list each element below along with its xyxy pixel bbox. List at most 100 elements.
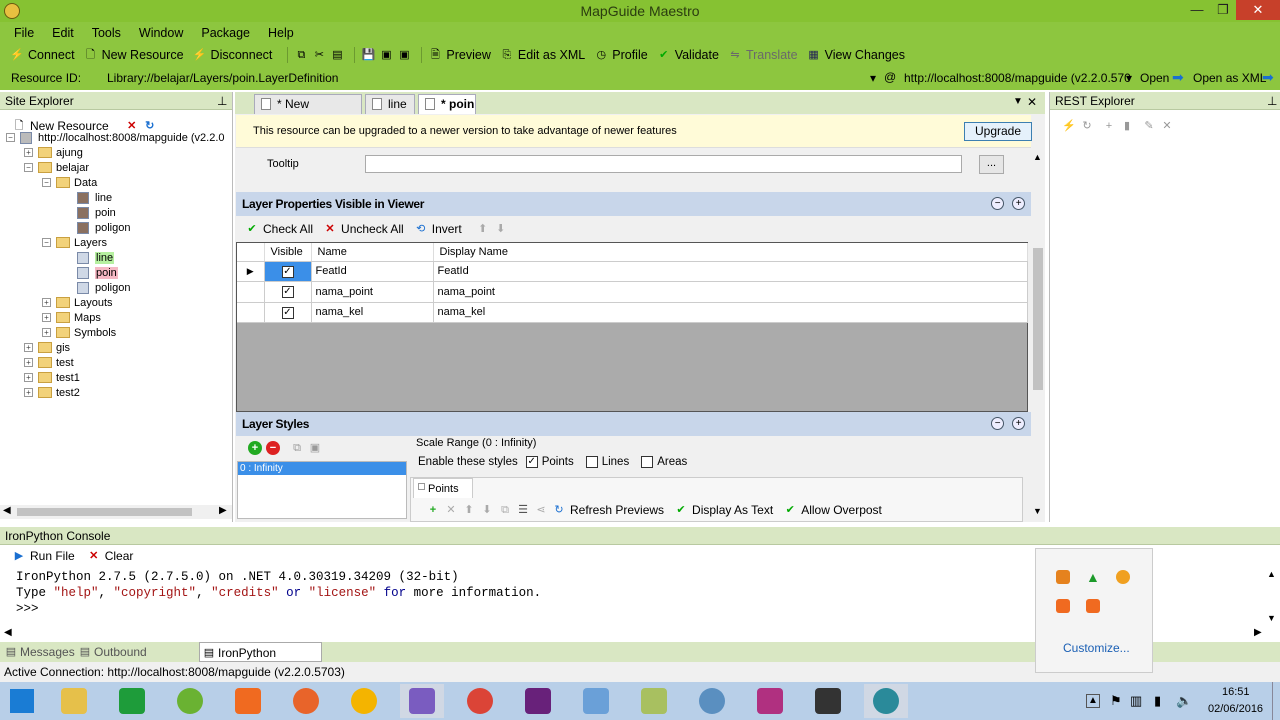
tree-folder-test1[interactable]: + test1 (24, 370, 80, 385)
taskbar-app-archicad[interactable] (342, 684, 386, 718)
tree-item-data-poin[interactable]: poin (77, 205, 116, 220)
collapse-icon[interactable]: − (991, 417, 1004, 430)
uncheck-all-button[interactable]: Uncheck All (341, 222, 404, 236)
tree-item-layers-line[interactable]: line (77, 250, 115, 265)
edit-icon[interactable]: ✎ (1142, 119, 1156, 133)
edit-as-xml-button[interactable]: ⎘ Edit as XML (500, 44, 585, 66)
maximize-button[interactable]: ❐ (1208, 0, 1238, 20)
tree-folder-belajar[interactable]: − belajar (24, 160, 89, 175)
duplicate-icon[interactable]: ▣ (308, 441, 322, 455)
tab-new-resource[interactable]: * New Resource (254, 94, 362, 129)
pin-icon[interactable]: ⊥ (217, 92, 227, 110)
column-visible[interactable]: Visible (264, 243, 312, 262)
dropdown-arrow-icon[interactable]: ▾ (870, 71, 876, 85)
tooltip-input[interactable] (365, 155, 962, 173)
view-changes-button[interactable]: ▦ View Changes (807, 44, 905, 66)
tab-messages[interactable]: ▤ Messages (2, 642, 75, 662)
tree-folder-test2[interactable]: + test2 (24, 385, 80, 400)
cell-name[interactable]: nama_kel (311, 302, 434, 323)
menu-edit[interactable]: Edit (43, 22, 83, 44)
visible-checkbox[interactable]: ✓ (281, 265, 294, 278)
table-row[interactable]: ✓ nama_kel nama_kel (237, 302, 1028, 323)
document-icon[interactable]: ▮ (1120, 119, 1134, 133)
taskbar-app-notes[interactable] (574, 684, 618, 718)
close-document-icon[interactable]: ✕ (1027, 95, 1037, 109)
clear-button[interactable]: Clear (105, 549, 134, 563)
open-as-xml-button[interactable]: Open as XML (1193, 71, 1266, 85)
save-icon[interactable]: 💾 (361, 48, 376, 62)
lines-checkbox[interactable] (585, 456, 598, 468)
menu-file[interactable]: File (5, 22, 43, 44)
scroll-down-icon[interactable]: ▼ (1267, 613, 1276, 623)
server-dropdown-icon[interactable]: ▾ (1126, 71, 1132, 85)
expand-icon[interactable]: + (1012, 417, 1025, 430)
tab-outbound-requests[interactable]: ▤Outbound Requests (76, 642, 196, 679)
run-file-button[interactable]: Run File (30, 549, 75, 563)
tooltip-browse-button[interactable]: ... (979, 155, 1004, 174)
delete-icon[interactable]: ✕ (1160, 119, 1174, 133)
cell-name[interactable]: nama_point (311, 281, 434, 303)
paste-icon[interactable]: ▤ (330, 48, 344, 62)
scroll-left-icon[interactable]: ◀ (4, 627, 12, 638)
remove-icon[interactable]: − (266, 441, 280, 455)
cell-display-name[interactable]: nama_point (433, 281, 1028, 303)
column-display-name[interactable]: Display Name (433, 243, 1028, 262)
areas-checkbox[interactable] (641, 456, 654, 468)
scroll-right-icon[interactable]: ▶ (1254, 627, 1262, 638)
cut-icon[interactable]: ✂ (312, 48, 326, 62)
tree-item-layers-poligon[interactable]: poligon (77, 280, 130, 295)
scroll-thumb[interactable] (17, 508, 192, 516)
tab-points[interactable]: Points (413, 478, 473, 498)
collapse-icon[interactable]: − (991, 197, 1004, 210)
battery-icon[interactable]: ▮ (1154, 693, 1161, 709)
clock-time[interactable]: 16:51 (1222, 686, 1250, 698)
taskbar-app-xampp[interactable] (226, 684, 270, 718)
share-icon[interactable]: ⋖ (534, 503, 548, 517)
taskbar-app-settings[interactable] (690, 684, 734, 718)
validate-button[interactable]: ✔ Validate (657, 44, 719, 66)
start-button[interactable] (0, 684, 44, 718)
new-resource-button[interactable]: 🗋 New Resource (84, 44, 183, 66)
taskbar-app-camera[interactable] (806, 684, 850, 718)
cell-display-name[interactable]: nama_kel (433, 302, 1028, 323)
update-icon[interactable] (1116, 570, 1130, 584)
scroll-left-icon[interactable]: ◀ (3, 505, 11, 516)
clock-date[interactable]: 02/06/2016 (1208, 703, 1263, 715)
scroll-up-icon[interactable]: ▲ (1033, 152, 1042, 162)
menu-package[interactable]: Package (192, 22, 259, 44)
table-row[interactable]: ✓ nama_point nama_point (237, 281, 1028, 303)
upgrade-button[interactable]: Upgrade (964, 122, 1032, 141)
points-checkbox[interactable]: ✓ (525, 456, 538, 468)
resource-id-input[interactable]: Library://belajar/Layers/poin.LayerDefin… (107, 71, 338, 85)
display-as-text-toggle[interactable]: Display As Text (692, 503, 773, 517)
tray-expand-icon[interactable]: ▲ (1086, 694, 1100, 708)
disconnect-button[interactable]: ⚡ Disconnect (193, 44, 273, 66)
move-down-icon[interactable]: ⬇ (494, 222, 508, 236)
allow-overpost-toggle[interactable]: Allow Overpost (801, 503, 882, 517)
pin-icon[interactable]: ⊥ (1267, 92, 1277, 110)
volume-icon[interactable]: 🔈 (1176, 693, 1192, 709)
tree-folder-symbols[interactable]: + Symbols (42, 325, 116, 340)
tree-folder-layouts[interactable]: + Layouts (42, 295, 113, 310)
translate-button[interactable]: ⇋ Translate (728, 44, 797, 66)
taskbar-app-excel[interactable] (110, 684, 154, 718)
taskbar-app-chrome[interactable] (458, 684, 502, 718)
vertical-scrollbar[interactable]: ▲ ▼ (1031, 148, 1045, 522)
profile-button[interactable]: ◷ Profile (594, 44, 647, 66)
scroll-thumb[interactable] (1033, 248, 1043, 390)
tab-list-dropdown-icon[interactable]: ▼ (1013, 96, 1023, 107)
column-name[interactable]: Name (311, 243, 434, 262)
refresh-previews-button[interactable]: Refresh Previews (570, 503, 664, 517)
taskbar-app-map[interactable] (632, 684, 676, 718)
tree-item-layers-poin[interactable]: poin (77, 265, 118, 280)
menu-tools[interactable]: Tools (83, 22, 130, 44)
check-all-button[interactable]: Check All (263, 222, 313, 236)
triangle-icon[interactable]: ▲ (1086, 570, 1100, 584)
close-button[interactable]: ✕ (1236, 0, 1280, 20)
visible-checkbox[interactable]: ✓ (281, 286, 294, 299)
taskbar-app-firefox[interactable] (284, 684, 328, 718)
connect-icon[interactable]: ⚡ (1062, 119, 1076, 133)
tree-folder-ajung[interactable]: + ajung (24, 145, 83, 160)
customize-link[interactable]: Customize... (1063, 641, 1130, 655)
table-row[interactable]: ▶ ✓ FeatId FeatId (237, 261, 1028, 282)
